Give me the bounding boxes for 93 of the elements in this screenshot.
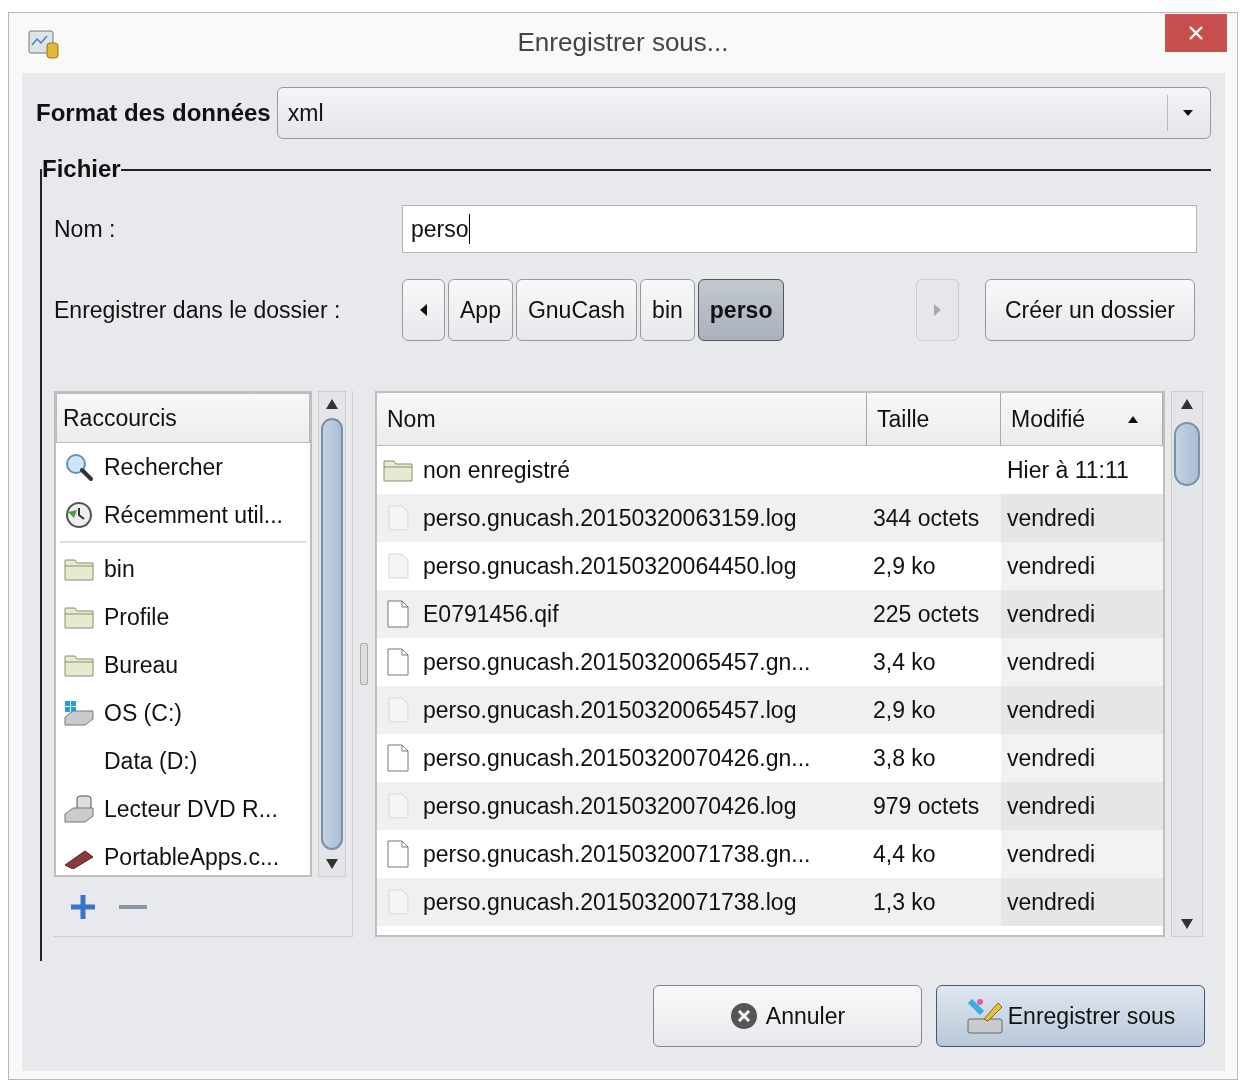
shortcut-item[interactable]: Profile (56, 593, 310, 641)
shortcut-item[interactable]: OS (C:) (56, 689, 310, 737)
file-row[interactable]: perso.gnucash.20150320065457.log 2,9 ko vendredi (377, 686, 1163, 734)
file-row[interactable]: perso.gnucash.20150320070426.log 979 octets vendredi (377, 782, 1163, 830)
cancel-icon (729, 1002, 758, 1030)
file-list-scrollbar[interactable] (1171, 391, 1203, 937)
file-row[interactable]: perso.gnucash.20150320063159.log 344 octets vendredi (377, 494, 1163, 542)
shortcuts-header[interactable]: Raccourcis (56, 393, 310, 443)
scroll-thumb[interactable] (321, 418, 343, 850)
file-row[interactable]: perso.gnucash.20150320071738.log 1,3 ko vendredi (377, 878, 1163, 926)
drive-icon (63, 699, 95, 727)
pane-splitter[interactable] (360, 643, 368, 685)
file-name: perso.gnucash.20150320065457.gn... (423, 648, 811, 676)
file-row[interactable]: perso.gnucash.20150320070426.gn... 3,8 ko vendredi (377, 734, 1163, 782)
scroll-down-icon[interactable] (325, 858, 339, 870)
column-header[interactable]: Taille (867, 393, 1001, 445)
shortcut-item[interactable]: bin (56, 545, 310, 593)
file-modified: vendredi (1007, 600, 1096, 628)
shortcut-item[interactable]: Bureau (56, 641, 310, 689)
scroll-down-icon[interactable] (1180, 918, 1194, 930)
file-name: E0791456.qif (423, 600, 559, 628)
scroll-up-icon[interactable] (1180, 398, 1194, 410)
close-icon (1188, 25, 1204, 41)
folder-icon (64, 557, 94, 581)
file-name: non enregistré (423, 456, 571, 484)
window-title: Enregistrer sous... (517, 27, 729, 58)
folder-label: Enregistrer dans le dossier : (54, 296, 342, 324)
file-size: 2,9 ko (873, 552, 936, 580)
format-label: Format des données (36, 99, 271, 127)
file-name: perso.gnucash.20150320071738.gn... (423, 840, 811, 868)
shortcut-item[interactable]: Data (D:) (56, 737, 310, 785)
file-name: perso.gnucash.20150320071738.log (423, 888, 797, 916)
path-segment-button[interactable]: perso (697, 279, 785, 341)
group-legend: Fichier (42, 155, 121, 183)
scroll-up-icon[interactable] (325, 398, 339, 410)
file-row[interactable]: perso.gnucash.20150320071738.gn... 4,4 ko vendredi (377, 830, 1163, 878)
save-button[interactable]: Enregistrer sous (936, 985, 1205, 1047)
file-modified: vendredi (1007, 840, 1096, 868)
file-modified: vendredi (1007, 792, 1096, 820)
file-modified: vendredi (1007, 552, 1096, 580)
file-modified: vendredi (1007, 696, 1096, 724)
file-size: 3,4 ko (873, 648, 936, 676)
cancel-button[interactable]: Annuler (653, 985, 922, 1047)
folder-icon (383, 458, 413, 482)
name-label: Nom : (54, 215, 117, 243)
left-arrow-icon (420, 304, 427, 316)
format-dropdown[interactable]: xml (276, 87, 1211, 139)
shortcut-item[interactable]: Récemment util... (56, 491, 310, 539)
column-header[interactable]: Modifié (1001, 393, 1163, 445)
path-back-button[interactable] (402, 279, 445, 341)
right-arrow-icon (934, 304, 941, 316)
file-modified: Hier à 11:11 (1007, 456, 1129, 484)
file-modified: vendredi (1007, 504, 1096, 532)
chart-icon (27, 27, 61, 61)
shortcuts-scrollbar[interactable] (318, 391, 346, 877)
file-modified: vendredi (1007, 744, 1096, 772)
folder-icon (64, 605, 94, 629)
file-size: 2,9 ko (873, 696, 936, 724)
path-segment-button[interactable]: App (448, 279, 513, 341)
file-size: 1,3 ko (873, 888, 936, 916)
dropdown-arrow-icon (1182, 109, 1194, 117)
file-size: 344 octets (873, 504, 980, 532)
file-modified: vendredi (1007, 888, 1096, 916)
file-size: 4,4 ko (873, 840, 936, 868)
shortcut-item[interactable]: Lecteur DVD R... (56, 785, 310, 833)
file-name: perso.gnucash.20150320065457.log (423, 696, 797, 724)
create-folder-button[interactable]: Créer un dossier (985, 279, 1195, 341)
magnifier-icon (64, 452, 94, 482)
path-segment-button[interactable]: GnuCash (515, 279, 638, 341)
file-name: perso.gnucash.20150320070426.gn... (423, 744, 811, 772)
drive-pencil-icon (965, 997, 1004, 1035)
file-name: perso.gnucash.20150320064450.log (423, 552, 797, 580)
shortcut-item[interactable]: PortableApps.c... (56, 833, 310, 875)
name-field[interactable]: perso (402, 205, 1197, 253)
close-button[interactable] (1165, 14, 1227, 52)
file-name: perso.gnucash.20150320063159.log (423, 504, 797, 532)
file-size: 979 octets (873, 792, 980, 820)
column-header[interactable]: Nom (377, 393, 867, 445)
file-row[interactable]: perso.gnucash.20150320064450.log 2,9 ko vendredi (377, 542, 1163, 590)
file-modified: vendredi (1007, 648, 1096, 676)
file-size: 225 octets (873, 600, 980, 628)
scroll-thumb[interactable] (1174, 422, 1200, 486)
file-row[interactable]: perso.gnucash.20150320065457.gn... 3,4 ko vendredi (377, 638, 1163, 686)
disc-drive-icon (63, 794, 95, 824)
file-row[interactable]: non enregistré Hier à 11:11 (377, 446, 1163, 494)
path-segment-button[interactable]: bin (640, 279, 695, 341)
clock-icon (64, 500, 94, 530)
file-name: perso.gnucash.20150320070426.log (423, 792, 797, 820)
shortcut-item[interactable]: Rechercher (56, 443, 310, 491)
file-row[interactable]: E0791456.qif 225 octets vendredi (377, 590, 1163, 638)
file-size: 3,8 ko (873, 744, 936, 772)
sort-arrow-icon (1128, 415, 1138, 423)
folder-icon (64, 653, 94, 677)
